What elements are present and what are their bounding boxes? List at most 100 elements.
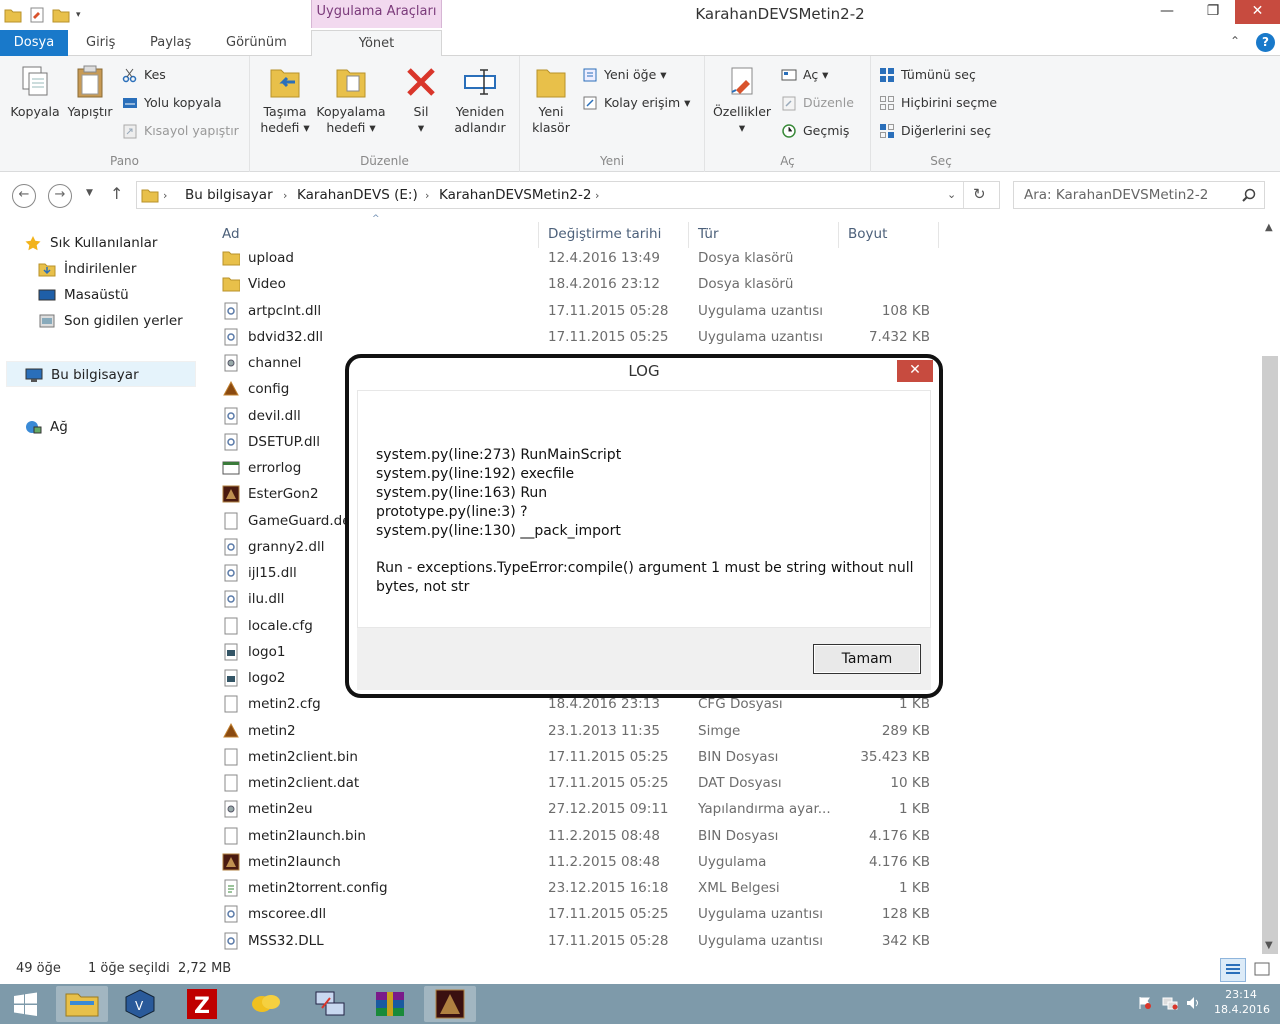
tab-view[interactable]: Görünüm	[212, 30, 301, 56]
file-row[interactable]: bdvid32.dll 17.11.2015 05:25 Uygulama uzan…	[218, 324, 938, 350]
clock-time: 23:14	[1225, 988, 1257, 1001]
vertical-scrollbar[interactable]: ▲ ▼	[1260, 218, 1280, 958]
new-folder-icon[interactable]	[52, 7, 70, 23]
properties-button[interactable]: Özellikler ▾	[709, 64, 775, 136]
new-folder-button[interactable]: Yeni klasör	[526, 64, 576, 136]
select-none-button[interactable]: Hiçbirini seçme	[879, 92, 997, 114]
tab-share[interactable]: Paylaş	[136, 30, 205, 56]
rename-button[interactable]: Yeniden adlandır	[448, 64, 512, 136]
ok-button[interactable]: Tamam	[813, 644, 921, 674]
tab-manage[interactable]: Yönet	[311, 30, 442, 57]
flag-icon[interactable]	[1138, 996, 1152, 1010]
taskbar-file-explorer[interactable]	[56, 986, 108, 1022]
file-row[interactable]: artpclnt.dll 17.11.2015 05:28 Uygulama uza…	[218, 298, 938, 324]
file-row[interactable]: metin2torrent.config 23.12.2015 16:18 XML …	[218, 875, 938, 901]
search-input[interactable]: Ara: KarahanDEVSMetin2-2	[1013, 181, 1265, 209]
recent-locations-icon[interactable]: ▼	[86, 188, 93, 198]
taskbar-virtualbox[interactable]: V	[114, 986, 166, 1022]
history-button[interactable]: Geçmiş	[781, 120, 849, 142]
address-dropdown-icon[interactable]: ⌄	[947, 188, 956, 201]
forward-button[interactable]: →	[48, 184, 72, 208]
customize-qat-icon[interactable]: ▾	[76, 7, 86, 23]
invert-selection-button[interactable]: Diğerlerini seç	[879, 120, 991, 142]
up-button[interactable]: ↑	[110, 184, 123, 203]
taskbar-filezilla[interactable]: Z	[176, 986, 228, 1022]
taskbar-chat-app[interactable]	[240, 986, 292, 1022]
clock[interactable]: 23:14 18.4.2016	[1214, 988, 1270, 1016]
invert-selection-icon	[880, 124, 894, 138]
file-row[interactable]: metin2client.bin 17.11.2015 05:25 BIN Dosy…	[218, 744, 938, 770]
select-all-icon	[880, 68, 894, 82]
nav-favorites[interactable]: Sık Kullanılanlar	[24, 230, 157, 256]
help-icon[interactable]: ?	[1256, 33, 1275, 52]
collapse-ribbon-icon[interactable]: ⌃	[1230, 34, 1240, 48]
easy-access-button[interactable]: Kolay erişim ▾	[582, 92, 690, 114]
tab-file[interactable]: Dosya	[0, 30, 68, 56]
minimize-button[interactable]: —	[1144, 0, 1190, 24]
back-button[interactable]: ←	[12, 184, 36, 208]
breadcrumb-folder[interactable]: KarahanDEVSMetin2-2	[439, 187, 591, 203]
nav-recent-places[interactable]: Son gidilen yerler	[38, 308, 183, 334]
file-row[interactable]: MSS32.DLL 17.11.2015 05:28 Uygulama uzantı…	[218, 928, 938, 954]
dialog-close-button[interactable]: ✕	[897, 360, 933, 382]
file-icon	[224, 695, 238, 713]
taskbar-metin2-game[interactable]	[424, 986, 476, 1022]
folder-icon[interactable]	[4, 7, 22, 23]
dialog-title: LOG	[628, 362, 660, 380]
file-row[interactable]: mscoree.dll 17.11.2015 05:25 Uygulama uzan…	[218, 901, 938, 927]
copy-path-button[interactable]: Yolu kopyala	[122, 92, 222, 114]
selection-info: 1 öğe seçildi 2,72 MB	[88, 961, 232, 976]
column-header-type[interactable]: Tür	[698, 226, 719, 242]
network-status-icon[interactable]	[1162, 996, 1178, 1010]
file-date: 23.1.2013 11:35	[548, 722, 660, 739]
address-bar[interactable]: › Bu bilgisayar › KarahanDEVS (E:) › Kar…	[136, 181, 1000, 209]
file-date: 17.11.2015 05:25	[548, 328, 669, 345]
scroll-up-icon[interactable]: ▲	[1265, 222, 1273, 233]
breadcrumb-this-pc[interactable]: Bu bilgisayar	[185, 187, 273, 203]
edit-button[interactable]: Düzenle	[781, 92, 854, 114]
paste-shortcut-button[interactable]: Kısayol yapıştır	[122, 120, 239, 142]
copy-button[interactable]: Kopyala	[8, 64, 62, 120]
new-folder-icon	[536, 69, 566, 98]
taskbar-network-tool[interactable]	[304, 986, 356, 1022]
file-icon	[224, 512, 238, 529]
file-row[interactable]: upload 12.4.2016 13:49 Dosya klasörü	[218, 245, 938, 271]
file-row[interactable]: metin2client.dat 17.11.2015 05:25 DAT Dosy…	[218, 770, 938, 796]
nav-downloads[interactable]: İndirilenler	[38, 256, 136, 282]
move-to-button[interactable]: Taşıma hedefi ▾	[256, 64, 314, 136]
paste-button[interactable]: Yapıştır	[62, 64, 118, 120]
file-row[interactable]: metin2 23.1.2013 11:35 Simge 289 KB	[218, 718, 938, 744]
file-name: metin2eu	[248, 801, 313, 818]
properties-icon[interactable]	[28, 7, 46, 23]
breadcrumb-drive[interactable]: KarahanDEVS (E:)	[297, 187, 418, 203]
scrollbar-thumb[interactable]	[1262, 356, 1278, 954]
file-date: 11.2.2015 08:48	[548, 827, 660, 844]
nav-network[interactable]: Ağ	[24, 414, 68, 440]
column-header-name[interactable]: Ad	[222, 226, 240, 242]
taskbar-winrar[interactable]	[364, 986, 416, 1022]
scroll-down-icon[interactable]: ▼	[1265, 940, 1273, 951]
new-item-button[interactable]: Yeni öğe ▾	[582, 64, 667, 86]
file-row[interactable]: metin2launch.bin 11.2.2015 08:48 BIN Dosya…	[218, 823, 938, 849]
column-header-size[interactable]: Boyut	[848, 226, 887, 242]
details-view-icon[interactable]	[1220, 958, 1246, 982]
start-button[interactable]	[0, 986, 50, 1022]
file-row[interactable]: metin2launch 11.2.2015 08:48 Uygulama 4.176…	[218, 849, 938, 875]
select-all-button[interactable]: Tümünü seç	[879, 64, 976, 86]
open-button[interactable]: Aç ▾	[781, 64, 828, 86]
copy-to-button[interactable]: Kopyalama hedefi ▾	[314, 64, 388, 136]
large-icons-view-icon[interactable]	[1250, 958, 1274, 982]
maximize-button[interactable]: ❐	[1190, 0, 1236, 24]
delete-button[interactable]: Sil ▾	[398, 64, 444, 136]
volume-icon[interactable]	[1186, 996, 1202, 1010]
nav-desktop[interactable]: Masaüstü	[38, 282, 129, 308]
cut-button[interactable]: Kes	[122, 64, 166, 86]
file-row[interactable]: Video 18.4.2016 23:12 Dosya klasörü	[218, 271, 938, 297]
refresh-icon[interactable]: ↻	[973, 185, 986, 203]
column-header-date[interactable]: Değiştirme tarihi	[548, 226, 661, 242]
app-icon	[223, 722, 239, 737]
close-button[interactable]: ✕	[1235, 0, 1280, 24]
tab-home[interactable]: Giriş	[72, 30, 129, 56]
file-row[interactable]: metin2eu 27.12.2015 09:11 Yapılandırma aya…	[218, 796, 938, 822]
nav-this-pc[interactable]: Bu bilgisayar	[6, 361, 196, 387]
